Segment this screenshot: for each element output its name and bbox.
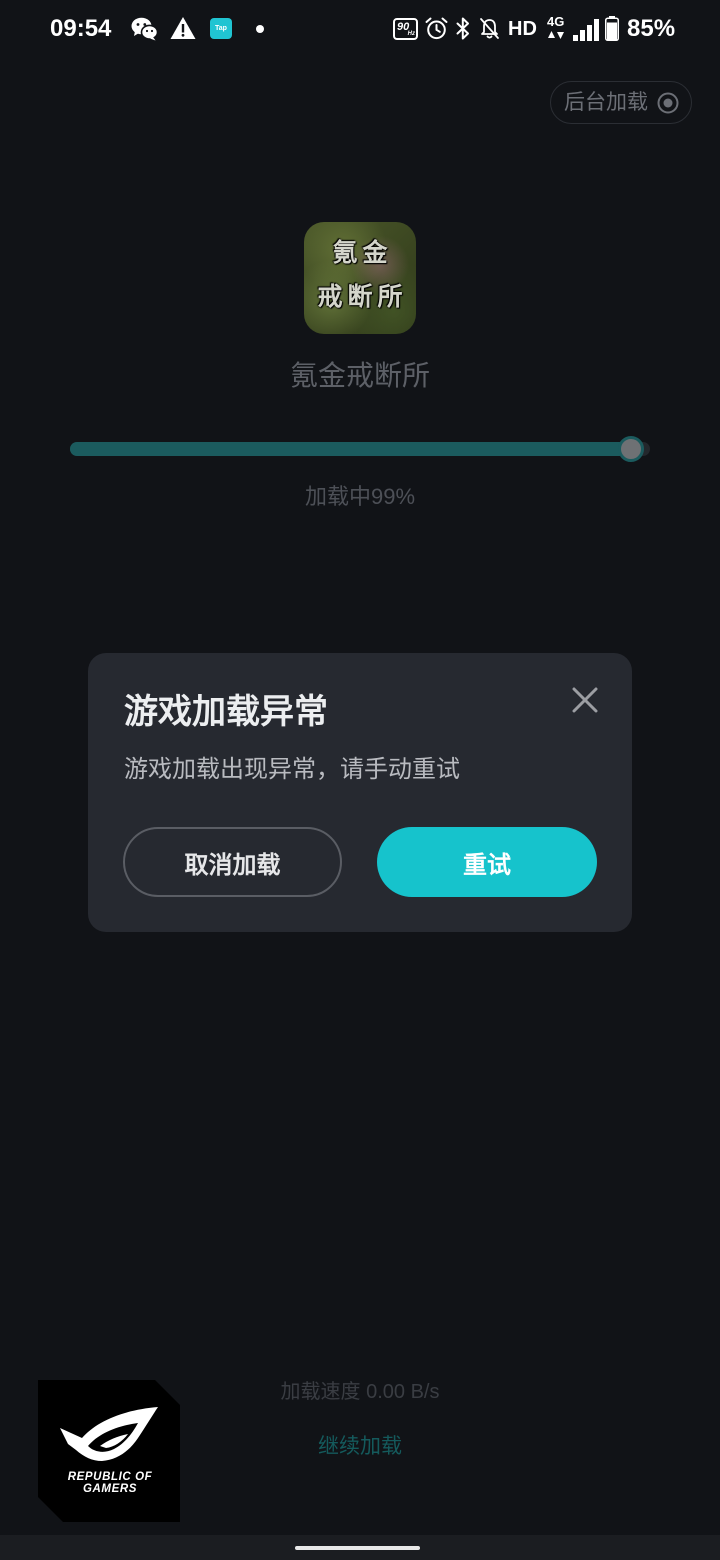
warning-icon (170, 17, 196, 39)
dialog-title: 游戏加载异常 (124, 693, 328, 731)
signal-bar (573, 35, 578, 41)
battery-percent: 85% (627, 15, 676, 42)
radio-target-icon (657, 92, 679, 113)
load-error-dialog: 游戏加载异常 游戏加载出现异常，请手动重试 取消加载 重试 (88, 653, 632, 932)
background-load-label: 后台加载 (564, 91, 648, 114)
network-type-label: 4G (547, 14, 565, 29)
signal-bar (587, 25, 592, 41)
refresh-rate-unit: Hz (407, 31, 415, 37)
close-icon (572, 687, 598, 713)
dialog-message: 游戏加载出现异常，请手动重试 (124, 756, 460, 783)
signal-bar (594, 19, 599, 41)
alarm-icon (425, 17, 448, 40)
logo-text-line-1: REPUBLIC OF (68, 1471, 153, 1483)
background-load-button[interactable]: 后台加载 (550, 81, 692, 124)
progress-track (70, 436, 650, 462)
cancel-load-button[interactable]: 取消加载 (123, 827, 342, 897)
close-button[interactable] (572, 687, 598, 713)
continue-load-link[interactable]: 继续加载 (310, 1434, 410, 1460)
app-icon-text-line-1: 氪金 (332, 239, 393, 267)
home-indicator[interactable] (295, 1546, 420, 1550)
taptap-icon: Tap (210, 18, 232, 39)
data-arrows-icon (548, 31, 564, 39)
battery-fill (607, 22, 617, 40)
progress-knob (618, 436, 645, 462)
progress-fill (70, 442, 632, 456)
taptap-label: Tap (215, 25, 227, 32)
retry-button[interactable]: 重试 (377, 827, 597, 897)
signal-icon (573, 19, 599, 41)
signal-bar (580, 30, 585, 41)
progress-label: 加载中99% (304, 484, 416, 509)
hd-icon: HD (508, 18, 537, 40)
wechat-icon (131, 17, 158, 41)
bluetooth-icon (456, 17, 469, 40)
app-name: 氪金戒断所 (289, 360, 430, 391)
notifications-off-icon (480, 18, 499, 39)
status-bar: 09:54 Tap 90 Hz HD 4G 85% (0, 0, 720, 58)
notification-dot-icon (256, 25, 264, 33)
refresh-rate-icon: 90 Hz (393, 18, 418, 40)
network-4g-icon: 4G (546, 15, 568, 42)
app-icon: 氪金 戒断所 (304, 222, 416, 334)
status-time: 09:54 (50, 15, 112, 42)
battery-icon (605, 16, 619, 41)
navigation-bar (0, 1535, 720, 1560)
logo-text-line-2: GAMERS (83, 1483, 137, 1495)
rog-logo: REPUBLIC OF GAMERS (38, 1380, 180, 1522)
app-icon-text-line-2: 戒断所 (317, 283, 408, 311)
